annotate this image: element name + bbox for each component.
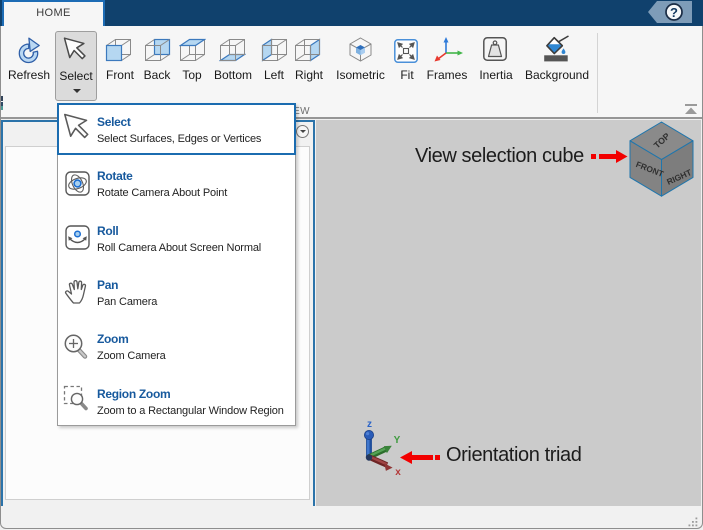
svg-text:x: x [395, 467, 401, 478]
svg-text:Y: Y [394, 435, 401, 446]
svg-text:?: ? [670, 5, 678, 20]
svg-text:z: z [367, 419, 372, 430]
